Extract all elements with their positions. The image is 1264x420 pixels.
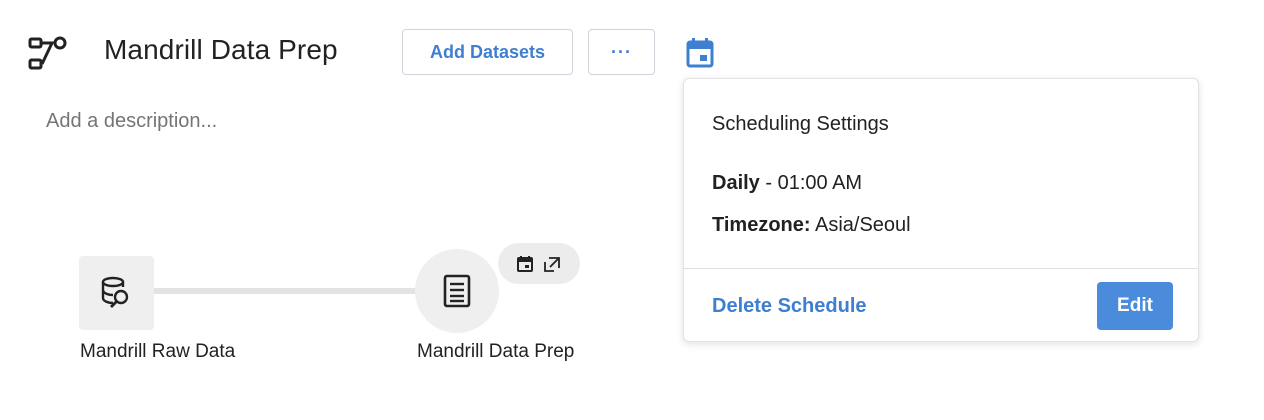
flow-icon — [28, 36, 67, 70]
flow-edge — [154, 288, 418, 294]
database-search-icon — [101, 276, 128, 308]
schedule-timezone: Timezone: Asia/Seoul — [712, 214, 911, 237]
schedule-frequency: Daily - 01:00 AM — [712, 172, 862, 195]
frequency-value: - 01:00 AM — [759, 172, 863, 194]
flow-page: Mandrill Data Prep Add Datasets ··· Add … — [0, 0, 1264, 420]
divider — [684, 268, 1198, 269]
popover-title: Scheduling Settings — [712, 113, 889, 135]
document-list-icon — [443, 274, 471, 308]
more-options-button[interactable]: ··· — [588, 29, 655, 75]
calendar-icon[interactable] — [686, 38, 714, 68]
calendar-icon[interactable] — [517, 255, 533, 272]
timezone-value: Asia/Seoul — [810, 214, 911, 236]
frequency-label: Daily — [712, 172, 760, 194]
delete-schedule-button[interactable]: Delete Schedule — [712, 295, 867, 318]
flow-node-raw-data[interactable] — [79, 256, 154, 330]
edit-schedule-button[interactable]: Edit — [1097, 282, 1173, 330]
scheduling-popover: Scheduling Settings Daily - 01:00 AM Tim… — [683, 78, 1199, 342]
timezone-label: Timezone: — [712, 214, 811, 236]
page-title: Mandrill Data Prep — [104, 34, 338, 65]
flow-node-label: Mandrill Data Prep — [417, 341, 575, 362]
add-datasets-button[interactable]: Add Datasets — [402, 29, 573, 75]
flow-node-data-prep[interactable] — [415, 249, 499, 333]
description-input[interactable]: Add a description... — [46, 110, 217, 133]
flow-node-label: Mandrill Raw Data — [80, 341, 236, 362]
open-external-icon[interactable] — [543, 256, 561, 272]
node-badge — [498, 243, 580, 284]
